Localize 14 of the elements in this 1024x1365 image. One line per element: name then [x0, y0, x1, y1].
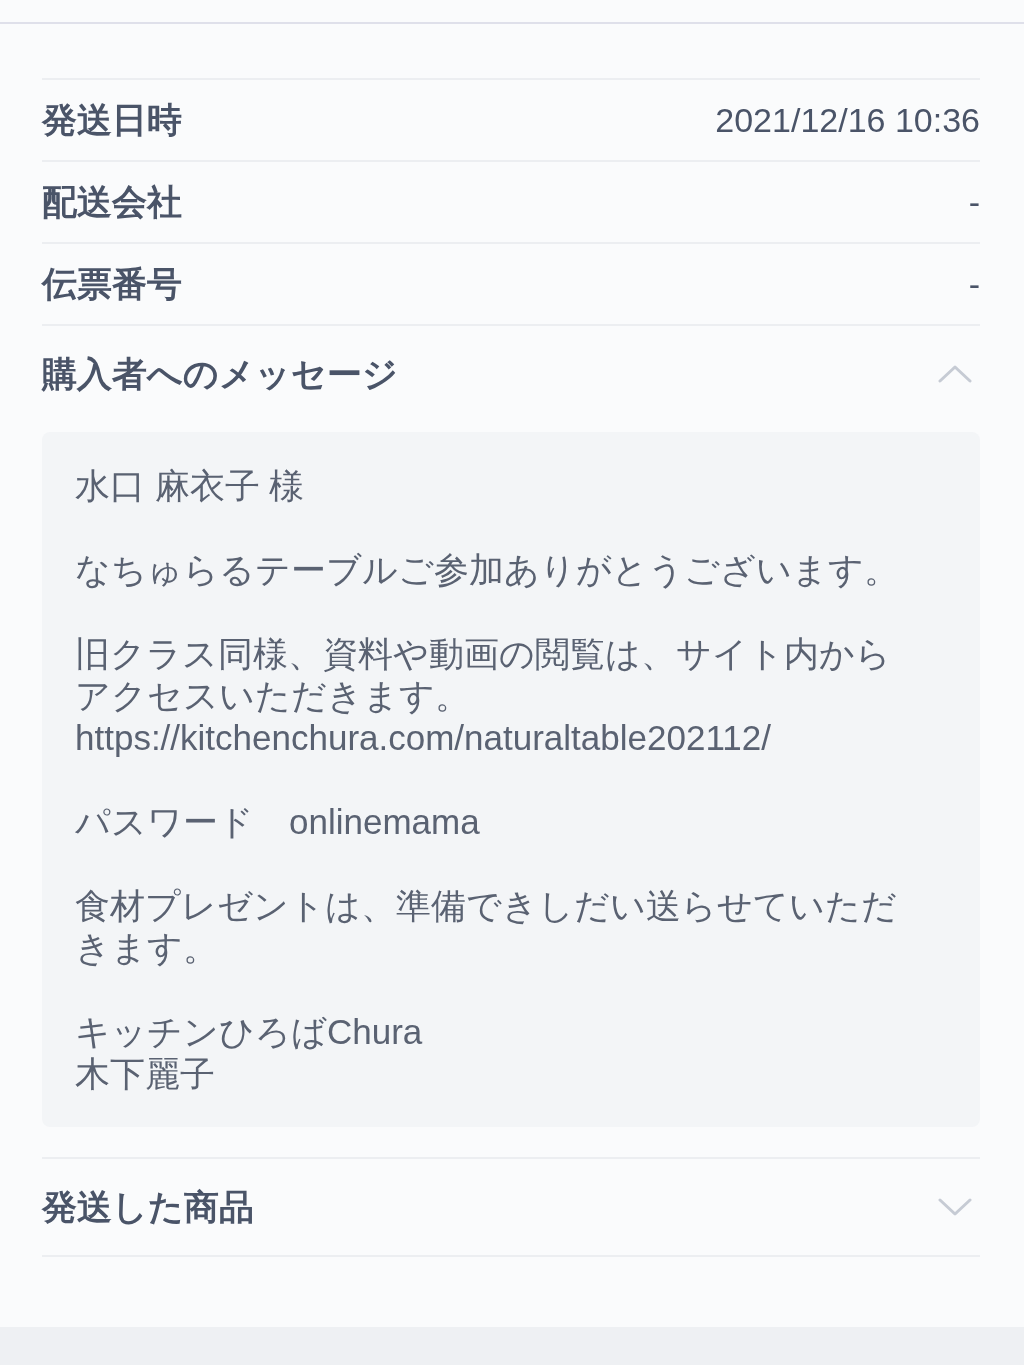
message-paragraph: 水口 麻衣子 様: [75, 465, 306, 507]
section-toggle[interactable]: 購入者へのメッセージ: [42, 326, 980, 422]
field-value: 2021/12/16 10:36: [715, 100, 980, 140]
section-toggle[interactable]: 発送した商品: [42, 1159, 980, 1255]
message-paragraph: 旧クラス同様、資料や動画の閲覧は、サイト内から アクセスいただきます。 https://kitchenchura.com/naturaltable202112/: [75, 633, 892, 759]
field-value: -: [968, 264, 980, 304]
message-paragraph: パスワード onlinemama: [75, 801, 481, 843]
message-paragraph: キッチンひろばChura 木下麗子: [75, 1011, 424, 1095]
field-label: 配送会社: [42, 180, 182, 223]
message-paragraph: なちゅらるテーブルご参加ありがとうございます。: [75, 549, 900, 591]
message-paragraph: 食材プレゼントは、準備できしだい送らせていただ きます。: [75, 885, 898, 969]
field-value: -: [968, 182, 980, 222]
field-label: 発送日時: [42, 98, 182, 141]
field-label: 伝票番号: [42, 262, 182, 305]
